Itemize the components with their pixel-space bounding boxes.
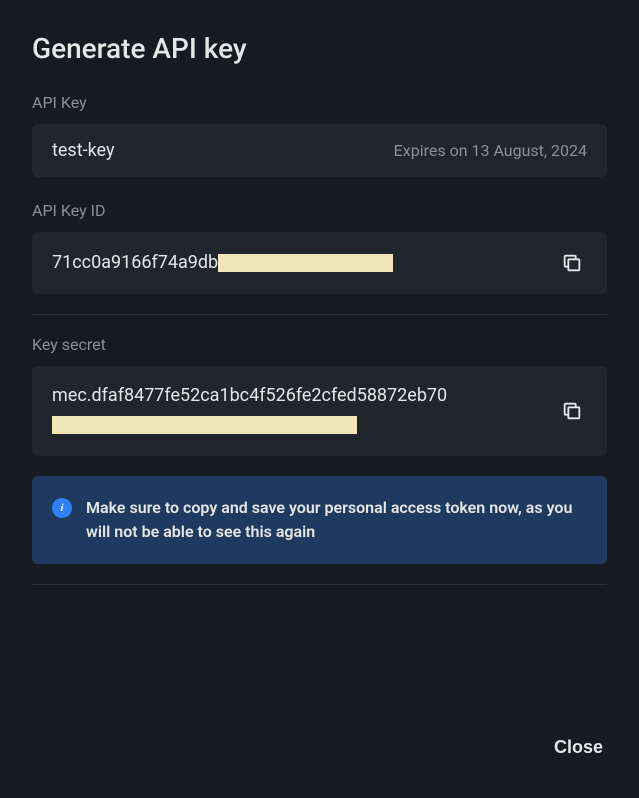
api-key-label: API Key — [32, 93, 607, 112]
key-secret-value: mec.dfaf8477fe52ca1bc4f526fe2cfed58872eb… — [52, 382, 541, 440]
key-secret-prefix: mec.dfaf8477fe52ca1bc4f526fe2cfed58872eb… — [52, 385, 447, 406]
copy-icon — [561, 252, 583, 274]
divider — [32, 314, 607, 315]
info-icon: i — [52, 498, 72, 518]
api-key-expires: Expires on 13 August, 2024 — [394, 141, 587, 160]
copy-icon — [561, 400, 583, 422]
info-message: Make sure to copy and save your personal… — [86, 496, 587, 544]
api-key-id-prefix: 71cc0a9166f74a9db — [52, 252, 218, 273]
api-key-id-label: API Key ID — [32, 201, 607, 220]
modal-title: Generate API key — [32, 32, 607, 65]
api-key-id-field: 71cc0a9166f74a9db — [32, 232, 607, 294]
modal-footer: Close — [32, 709, 607, 766]
info-alert: i Make sure to copy and save your person… — [32, 476, 607, 564]
copy-key-secret-button[interactable] — [557, 396, 587, 426]
copy-api-key-id-button[interactable] — [557, 248, 587, 278]
redacted-block — [218, 254, 393, 272]
api-key-id-value: 71cc0a9166f74a9db — [52, 249, 541, 278]
divider — [32, 584, 607, 585]
api-key-field: test-key Expires on 13 August, 2024 — [32, 124, 607, 177]
generate-api-key-modal: Generate API key API Key test-key Expire… — [0, 0, 639, 798]
close-button[interactable]: Close — [550, 729, 607, 766]
key-secret-field: mec.dfaf8477fe52ca1bc4f526fe2cfed58872eb… — [32, 366, 607, 456]
key-secret-label: Key secret — [32, 335, 607, 354]
api-key-name: test-key — [52, 140, 114, 161]
redacted-block — [52, 416, 357, 434]
